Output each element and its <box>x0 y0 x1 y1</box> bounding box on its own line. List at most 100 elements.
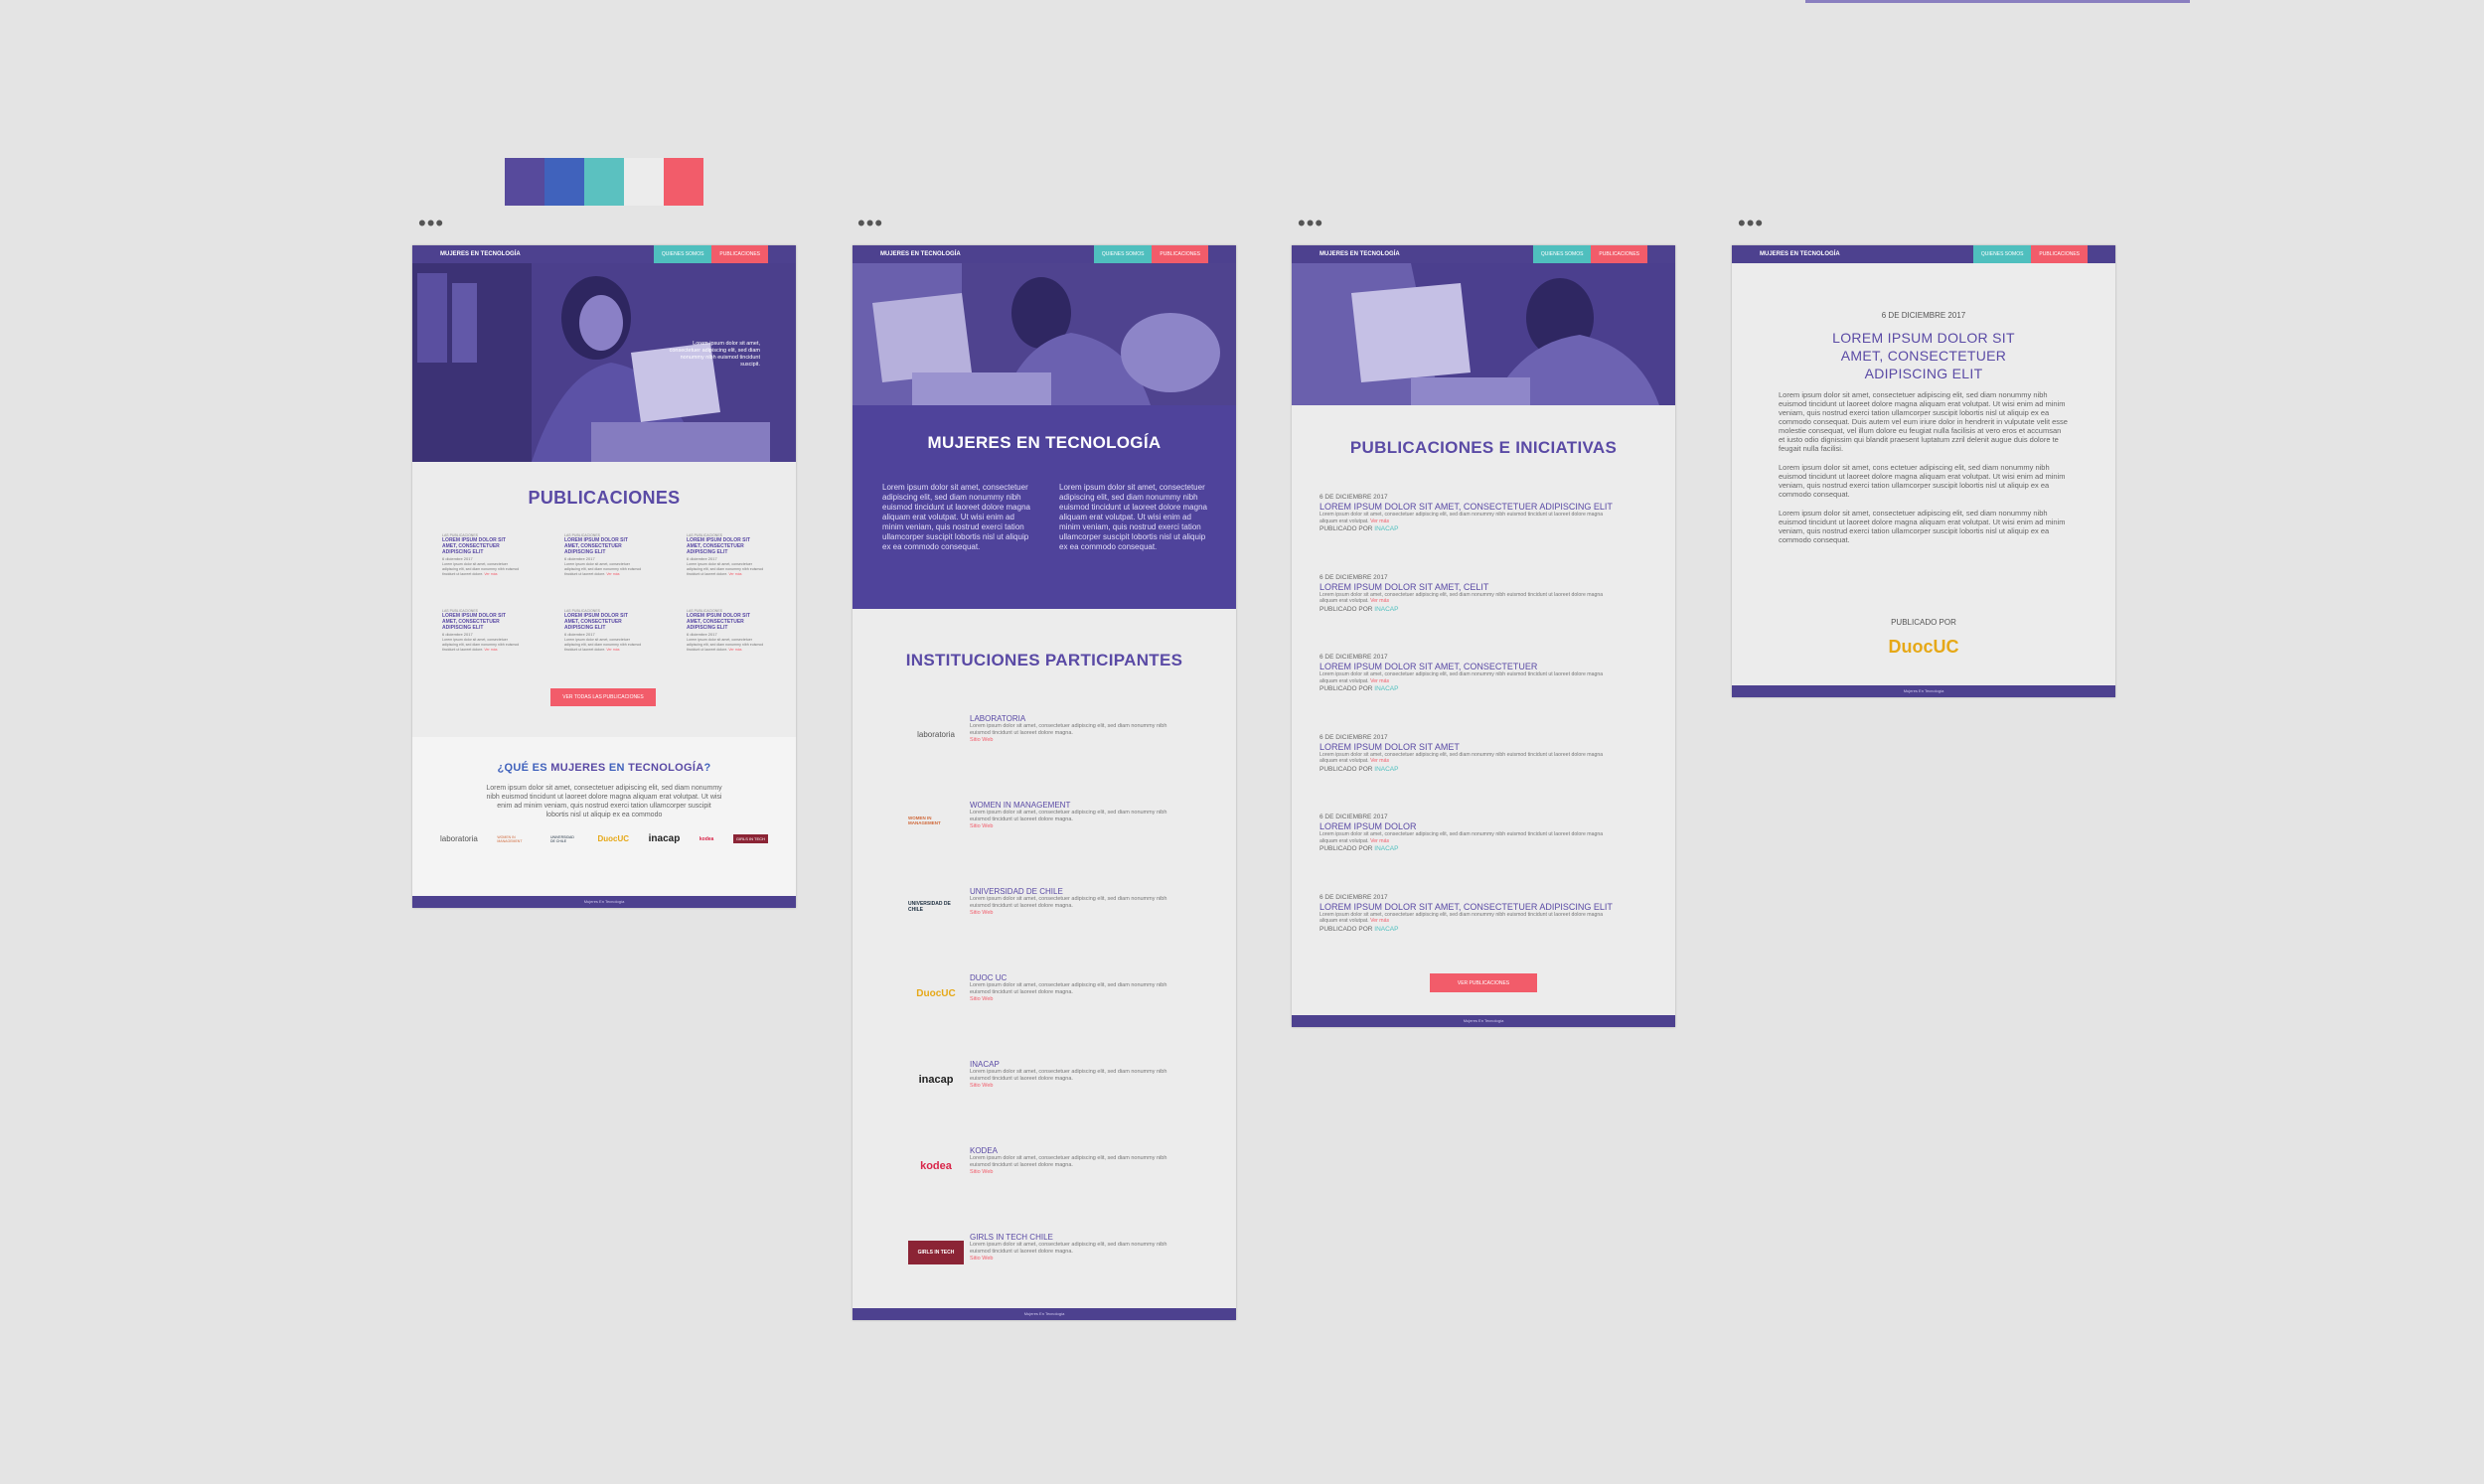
institution-logo: DuocUC <box>916 987 956 999</box>
what-is-heading: ¿QUÉ ES MUJERES EN TECNOLOGÍA? <box>412 762 796 774</box>
card-more-link[interactable]: Ver más <box>728 648 741 652</box>
artboard-menu-icon[interactable]: ••• <box>418 213 444 234</box>
brand-logo[interactable]: MUJERES EN TECNOLOGÍA <box>440 251 521 257</box>
pub-excerpt: Lorem ipsum dolor sit amet, consectetuer… <box>1320 751 1604 765</box>
article-date: 6 DE DICIEMBRE 2017 <box>1881 311 1966 320</box>
about-title: MUJERES EN TECNOLOGÍA <box>927 433 1162 452</box>
card-more-link[interactable]: Ver más <box>606 648 619 652</box>
institution-website-link[interactable]: Sitio Web <box>970 737 1188 743</box>
pub-org-link[interactable]: INACAP <box>1374 606 1398 613</box>
publication-card[interactable]: LAS PUBLICACIONES LOREM IPSUM DOLOR SIT A… <box>564 609 644 653</box>
color-palette <box>505 158 703 206</box>
institution-logo: laboratoria <box>917 729 955 739</box>
publication-row[interactable]: 6 DE DICIEMBRE 2017 LOREM IPSUM DOLOR SIT… <box>1320 494 1618 532</box>
institution-website-link[interactable]: Sitio Web <box>970 1256 1188 1261</box>
swatch-blue <box>544 158 584 206</box>
card-text: Lorem ipsum dolor sit amet, consectetuer… <box>564 638 644 653</box>
publication-row[interactable]: 6 DE DICIEMBRE 2017 LOREM IPSUM DOLOR Lore… <box>1320 814 1618 852</box>
what-q5: ? <box>703 762 711 774</box>
card-more-link[interactable]: Ver más <box>484 572 497 576</box>
artboard-menu-icon[interactable]: ••• <box>857 213 883 234</box>
pub-author: PUBLICADO POR INACAP <box>1320 926 1618 933</box>
artboard-menu-icon[interactable]: ••• <box>1738 213 1764 234</box>
pub-title[interactable]: LOREM IPSUM DOLOR SIT AMET, CONSECTETUER… <box>1320 902 1618 912</box>
nav-publicaciones[interactable]: PUBLICACIONES <box>2031 245 2088 263</box>
publication-card[interactable]: LAS PUBLICACIONES LOREM IPSUM DOLOR SIT A… <box>564 533 644 577</box>
institution-text: Lorem ipsum dolor sit amet, consectetuer… <box>970 1242 1167 1255</box>
pub-more-link[interactable]: Ver más <box>1370 678 1389 684</box>
institution-website-link[interactable]: Sitio Web <box>970 1169 1188 1175</box>
footer: Mujeres En Tecnología <box>412 896 796 908</box>
nav-quienes-somos[interactable]: QUIENES SOMOS <box>1093 245 1153 263</box>
pub-title[interactable]: LOREM IPSUM DOLOR SIT AMET, CONSECTETUER… <box>1320 502 1618 512</box>
pub-title[interactable]: LOREM IPSUM DOLOR SIT AMET <box>1320 742 1618 752</box>
pub-more-link[interactable]: Ver más <box>1370 598 1389 604</box>
nav-publicaciones[interactable]: PUBLICACIONES <box>1152 245 1208 263</box>
pub-excerpt: Lorem ipsum dolor sit amet, consectetuer… <box>1320 831 1604 844</box>
pub-org-link[interactable]: INACAP <box>1374 926 1398 933</box>
publication-card[interactable]: LAS PUBLICACIONES LOREM IPSUM DOLOR SIT A… <box>687 609 766 653</box>
what-q2: MUJERES <box>550 762 606 774</box>
brand-logo[interactable]: MUJERES EN TECNOLOGÍA <box>1760 251 1840 257</box>
pub-org-link[interactable]: INACAP <box>1374 766 1398 773</box>
pub-more-link[interactable]: Ver más <box>1370 838 1389 844</box>
brand-logo[interactable]: MUJERES EN TECNOLOGÍA <box>880 251 961 257</box>
brand-logo[interactable]: MUJERES EN TECNOLOGÍA <box>1320 251 1400 257</box>
institution-website-link[interactable]: Sitio Web <box>970 996 1188 1002</box>
navbar: MUJERES EN TECNOLOGÍA QUIENES SOMOS PUBL… <box>412 245 796 263</box>
nav-publicaciones[interactable]: PUBLICACIONES <box>1591 245 1647 263</box>
card-excerpt: Lorem ipsum dolor sit amet, consectetuer… <box>442 562 520 576</box>
institution-text: Lorem ipsum dolor sit amet, consectetuer… <box>970 982 1167 995</box>
publication-row[interactable]: 6 DE DICIEMBRE 2017 LOREM IPSUM DOLOR SIT… <box>1320 654 1618 692</box>
pub-title[interactable]: LOREM IPSUM DOLOR SIT AMET, CONSECTETUER <box>1320 662 1618 671</box>
article-paragraph-3: Lorem ipsum dolor sit amet, consectetuer… <box>1779 509 2066 544</box>
institution-website-link[interactable]: Sitio Web <box>970 823 1188 829</box>
card-text: Lorem ipsum dolor sit amet, consectetuer… <box>687 562 766 577</box>
hero-image <box>1292 263 1675 405</box>
card-date: 6 diciembre 2017 <box>442 632 473 637</box>
what-q4: TECNOLOGÍA <box>628 762 704 774</box>
canvas-top-edge <box>1805 0 2190 3</box>
pub-title[interactable]: LOREM IPSUM DOLOR SIT AMET, CELIT <box>1320 582 1618 592</box>
logo-uchile: UNIVERSIDAD DE CHILE <box>549 834 574 843</box>
footer: Mujeres En Tecnología <box>1292 1015 1675 1027</box>
institution-body: LABORATORIA Lorem ipsum dolor sit amet, c… <box>970 714 1188 743</box>
card-text: Lorem ipsum dolor sit amet, consectetuer… <box>442 562 522 577</box>
navbar: MUJERES EN TECNOLOGÍA QUIENES SOMOS PUBL… <box>1292 245 1675 263</box>
card-more-link[interactable]: Ver más <box>728 572 741 576</box>
institution-item: GIRLS IN TECH GIRLS IN TECH CHILE Lorem ip… <box>908 1233 1206 1272</box>
artboard-menu-icon[interactable]: ••• <box>1298 213 1323 234</box>
card-excerpt: Lorem ipsum dolor sit amet, consectetuer… <box>564 562 642 576</box>
pub-org-link[interactable]: INACAP <box>1374 685 1398 692</box>
card-more-link[interactable]: Ver más <box>606 572 619 576</box>
card-excerpt: Lorem ipsum dolor sit amet, consectetuer… <box>564 638 642 652</box>
publication-row[interactable]: 6 DE DICIEMBRE 2017 LOREM IPSUM DOLOR SIT… <box>1320 574 1618 613</box>
publication-card[interactable]: LAS PUBLICACIONES LOREM IPSUM DOLOR SIT A… <box>442 609 522 653</box>
institution-logo: GIRLS IN TECH <box>908 1241 964 1264</box>
institution-text: Lorem ipsum dolor sit amet, consectetuer… <box>970 896 1167 909</box>
institution-website-link[interactable]: Sitio Web <box>970 1083 1188 1089</box>
publication-row[interactable]: 6 DE DICIEMBRE 2017 LOREM IPSUM DOLOR SIT… <box>1320 734 1618 773</box>
pub-more-link[interactable]: Ver más <box>1370 519 1389 524</box>
pub-title[interactable]: LOREM IPSUM DOLOR <box>1320 821 1618 831</box>
card-title: LOREM IPSUM DOLOR SIT AMET, CONSECTETUER… <box>564 613 628 631</box>
institution-website-link[interactable]: Sitio Web <box>970 910 1188 916</box>
nav-quienes-somos[interactable]: QUIENES SOMOS <box>1532 245 1592 263</box>
card-excerpt: Lorem ipsum dolor sit amet, consectetuer… <box>687 562 764 576</box>
publication-card[interactable]: LAS PUBLICACIONES LOREM IPSUM DOLOR SIT A… <box>687 533 766 577</box>
nav-publicaciones[interactable]: PUBLICACIONES <box>711 245 768 263</box>
pub-more-link[interactable]: Ver más <box>1370 758 1389 764</box>
see-all-button[interactable]: VER TODAS LAS PUBLICACIONES <box>550 688 656 706</box>
pub-text: Lorem ipsum dolor sit amet, consectetuer… <box>1320 512 1618 524</box>
publication-row[interactable]: 6 DE DICIEMBRE 2017 LOREM IPSUM DOLOR SIT… <box>1320 894 1618 933</box>
pub-org-link[interactable]: INACAP <box>1374 525 1398 532</box>
pub-org-link[interactable]: INACAP <box>1374 845 1398 852</box>
see-publications-button[interactable]: VER PUBLICACIONES <box>1430 973 1537 992</box>
nav-quienes-somos[interactable]: QUIENES SOMOS <box>653 245 712 263</box>
nav-quienes-somos[interactable]: QUIENES SOMOS <box>1972 245 2032 263</box>
card-title: LOREM IPSUM DOLOR SIT AMET, CONSECTETUER… <box>442 537 506 555</box>
publication-card[interactable]: LAS PUBLICACIONES LOREM IPSUM DOLOR SIT A… <box>442 533 522 577</box>
inst-title: INSTITUCIONES PARTICIPANTES <box>905 651 1183 669</box>
card-more-link[interactable]: Ver más <box>484 648 497 652</box>
pub-more-link[interactable]: Ver más <box>1370 918 1389 924</box>
